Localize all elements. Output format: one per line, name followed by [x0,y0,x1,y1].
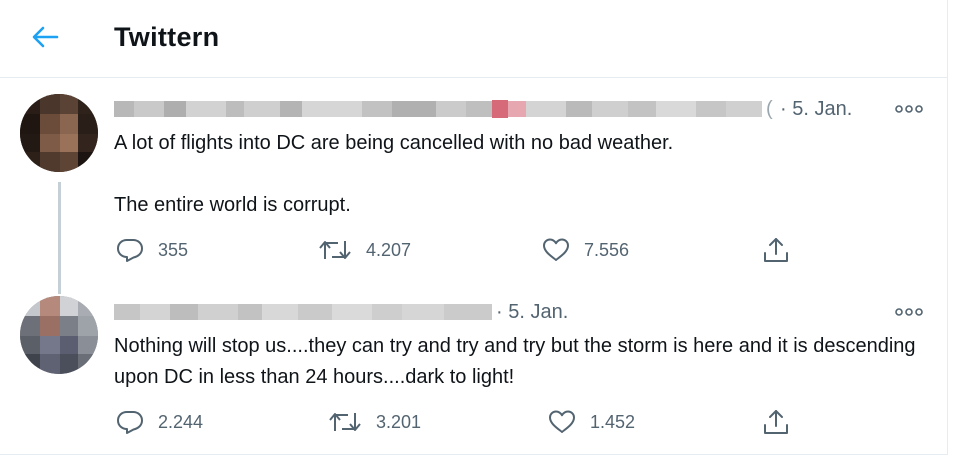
like-button[interactable]: 1.452 [548,409,635,435]
like-button[interactable]: 7.556 [542,237,629,263]
tweet-date[interactable]: · 5. Jan. [496,301,568,324]
like-count: 7.556 [584,239,630,260]
more-icon [895,104,923,114]
reply-button[interactable]: 355 [116,237,188,263]
tweet-text: A lot of flights into DC are being cance… [114,132,674,216]
author-name-redacted [114,301,492,323]
reply-icon [116,409,144,435]
arrow-left-icon [31,25,59,49]
share-icon [762,236,790,264]
avatar[interactable] [20,94,98,172]
share-button[interactable] [762,408,790,436]
reply-button[interactable]: 2.244 [116,409,203,435]
heart-icon [548,409,576,435]
tweet[interactable]: ( · 5. Jan. A lot of flights into DC are… [0,78,948,294]
reply-icon [116,237,144,263]
author-name-redacted [114,98,762,120]
retweet-button[interactable]: 3.201 [328,409,421,435]
avatar[interactable] [20,296,98,374]
retweet-icon [328,409,362,435]
thread-connector-line [58,182,61,294]
share-icon [762,408,790,436]
more-icon [895,307,923,317]
tweet-date[interactable]: · 5. Jan. [780,98,852,121]
retweet-count: 4.207 [366,239,412,260]
share-button[interactable] [762,236,790,264]
tweet[interactable]: · 5. Jan. Nothing will stop us....they c… [0,292,948,454]
page-title: Twittern [114,22,220,52]
more-button[interactable] [894,99,924,119]
retweet-button[interactable]: 4.207 [318,237,411,263]
reply-count: 355 [158,239,189,260]
tweet-handle-fragment: ( [766,98,773,120]
heart-icon [542,237,570,263]
back-button[interactable] [28,22,62,52]
retweet-count: 3.201 [376,411,422,432]
reply-count: 2.244 [158,411,204,432]
retweet-icon [318,237,352,263]
tweet-text: Nothing will stop us....they can try and… [114,335,922,388]
like-count: 1.452 [590,411,636,432]
more-button[interactable] [894,302,924,322]
page-header: Twittern [0,0,948,78]
